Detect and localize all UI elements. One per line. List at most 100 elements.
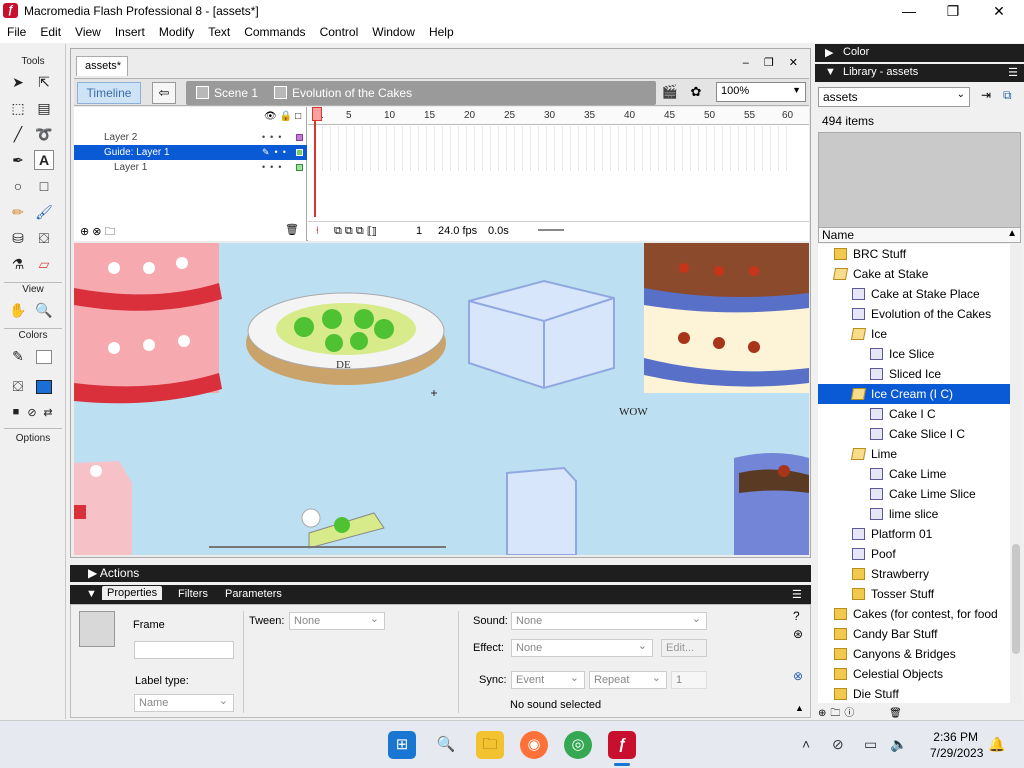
tab-parameters[interactable]: Parameters xyxy=(225,588,282,600)
document-tab[interactable]: assets* xyxy=(76,56,128,76)
library-scrollbar[interactable] xyxy=(1011,244,1021,703)
start-icon[interactable]: ⊞ xyxy=(388,731,416,759)
frame-grid[interactable] xyxy=(322,126,792,171)
library-bottom-toolbar[interactable]: ⊕🗀ⓘ 🗑 xyxy=(818,704,1021,719)
edit-scene-icon[interactable]: 🎬 xyxy=(660,84,680,102)
back-arrow-icon[interactable]: ⇦ xyxy=(152,82,176,104)
library-item[interactable]: Cake at Stake Place xyxy=(818,284,1010,304)
file-explorer-icon[interactable]: 🗀 xyxy=(476,731,504,759)
library-item[interactable]: Platform 01 xyxy=(818,524,1010,544)
library-item[interactable]: Ice xyxy=(818,324,1010,344)
paint-bucket-tool-icon[interactable]: ⛋ xyxy=(34,228,54,248)
frame-name-input[interactable] xyxy=(134,641,234,659)
menu-control[interactable]: Control xyxy=(313,22,366,43)
tab-filters[interactable]: Filters xyxy=(178,588,208,600)
layer-toggles[interactable]: ••• xyxy=(262,160,286,175)
breadcrumb-symbol[interactable]: Evolution of the Cakes xyxy=(292,86,412,100)
display-icon[interactable]: ▭ xyxy=(864,736,877,753)
sort-icon[interactable]: ▲ xyxy=(1007,228,1017,239)
layer-row[interactable]: Layer 1 ••• xyxy=(74,160,307,175)
accessibility-icon[interactable]: ⊛ xyxy=(793,627,803,641)
line-tool-icon[interactable]: ╱ xyxy=(8,124,28,144)
menu-commands[interactable]: Commands xyxy=(237,22,312,43)
document-window-controls[interactable]: – ❐ ✕ xyxy=(743,56,804,69)
flash-taskbar-icon[interactable]: ƒ xyxy=(608,731,636,759)
library-item[interactable]: lime slice xyxy=(818,504,1010,524)
maximize-button[interactable]: ❐ xyxy=(938,2,968,20)
library-item[interactable]: Cake Lime xyxy=(818,464,1010,484)
menu-modify[interactable]: Modify xyxy=(152,22,201,43)
sync-select[interactable]: Event xyxy=(511,671,585,689)
chevron-up-icon[interactable]: ˄ xyxy=(802,736,810,752)
edit-symbols-icon[interactable]: ✿ xyxy=(686,84,706,102)
library-item[interactable]: Candy Bar Stuff xyxy=(818,624,1010,644)
close-circle-icon[interactable]: ⊗ xyxy=(793,669,803,683)
menu-view[interactable]: View xyxy=(68,22,108,43)
color-panel-header[interactable]: ▶ Color xyxy=(815,44,1024,62)
new-library-icon[interactable]: ⧉ xyxy=(1003,88,1012,103)
clock[interactable]: 2:36 PM 7/29/2023 xyxy=(930,729,983,761)
network-off-icon[interactable]: ⊘ xyxy=(832,736,844,753)
fill-transform-tool-icon[interactable]: ▤ xyxy=(34,98,54,118)
playhead[interactable] xyxy=(312,107,322,217)
menu-insert[interactable]: Insert xyxy=(108,22,152,43)
library-item[interactable]: Evolution of the Cakes xyxy=(818,304,1010,324)
library-panel-header[interactable]: ▼ Library - assets ☰ xyxy=(815,64,1024,82)
library-item[interactable]: Cake I C xyxy=(818,404,1010,424)
library-item[interactable]: Cakes (for contest, for food xyxy=(818,604,1010,624)
menu-help[interactable]: Help xyxy=(422,22,461,43)
zoom-select[interactable]: 100% ▼ xyxy=(716,82,806,102)
help-icon[interactable]: ? xyxy=(793,609,800,623)
library-item[interactable]: Lime xyxy=(818,444,1010,464)
repeat-count-input[interactable]: 1 xyxy=(671,671,707,689)
center-frame-icon[interactable]: ⍿ xyxy=(316,225,319,238)
subselection-tool-icon[interactable]: ⇱ xyxy=(34,72,54,92)
menu-window[interactable]: Window xyxy=(365,22,422,43)
options-menu-icon[interactable]: ☰ xyxy=(792,588,802,601)
delete-layer-icon[interactable]: 🗑 xyxy=(285,223,299,236)
fill-color-swatch[interactable] xyxy=(36,380,52,394)
eraser-tool-icon[interactable]: ▱ xyxy=(34,254,54,274)
library-select[interactable]: assets ⌄ xyxy=(818,87,970,107)
layer-toggles[interactable]: ✎•• xyxy=(262,145,291,160)
delete-item-icon[interactable]: 🗑 xyxy=(889,708,906,719)
library-item[interactable]: Strawberry xyxy=(818,564,1010,584)
eyedropper-tool-icon[interactable]: ⚗ xyxy=(8,254,28,274)
layer-outline-color[interactable] xyxy=(296,134,303,141)
zoom-tool-icon[interactable]: 🔍 xyxy=(34,300,54,320)
volume-icon[interactable]: 🔈 xyxy=(890,736,907,753)
onion-skin-icons[interactable]: ⧉ ⧉ ⧉ ⟦⟧ xyxy=(334,225,377,238)
pin-library-icon[interactable]: ⇥ xyxy=(981,88,991,102)
minimize-button[interactable]: — xyxy=(894,2,924,20)
library-item[interactable]: Celestial Objects xyxy=(818,664,1010,684)
menu-text[interactable]: Text xyxy=(201,22,237,43)
edit-button[interactable]: Edit... xyxy=(661,639,707,657)
layer-row[interactable]: Guide: Layer 1 ✎•• xyxy=(74,145,307,160)
scrollbar-thumb[interactable] xyxy=(1012,544,1020,654)
collapse-up-icon[interactable]: ▲ xyxy=(795,703,804,713)
library-name-column-header[interactable]: Name ▲ xyxy=(818,227,1021,243)
collapse-arrow-icon[interactable]: ▼ xyxy=(86,588,97,600)
text-tool-icon[interactable]: A xyxy=(34,150,54,170)
library-item[interactable]: BRC Stuff xyxy=(818,244,1010,264)
firefox-icon[interactable]: ◉ xyxy=(520,731,548,759)
selection-tool-icon[interactable]: ➤ xyxy=(8,72,28,92)
timeline-toggle-button[interactable]: Timeline xyxy=(77,82,141,104)
layer-outline-color[interactable] xyxy=(296,149,303,156)
library-item[interactable]: Die Stuff xyxy=(818,684,1010,703)
chrome-icon[interactable]: ◎ xyxy=(564,731,592,759)
ink-bottle-tool-icon[interactable]: ⛁ xyxy=(8,228,28,248)
layer-row[interactable]: Layer 2 ••• xyxy=(74,130,307,145)
options-menu-icon[interactable]: ☰ xyxy=(1008,66,1018,79)
lasso-tool-icon[interactable]: ➰ xyxy=(34,124,54,144)
library-item[interactable]: Sliced Ice xyxy=(818,364,1010,384)
sound-select[interactable]: None xyxy=(511,612,707,630)
pen-tool-icon[interactable]: ✒ xyxy=(8,150,28,170)
layer-outline-color[interactable] xyxy=(296,164,303,171)
frame-ruler[interactable]: 1 5 10 15 20 25 30 35 40 45 50 55 60 xyxy=(308,107,809,125)
repeat-select[interactable]: Repeat xyxy=(589,671,667,689)
library-item[interactable]: Cake at Stake xyxy=(818,264,1010,284)
menu-file[interactable]: File xyxy=(0,22,33,43)
search-icon[interactable]: 🔍 xyxy=(432,731,460,759)
swap-colors-icon[interactable]: ⇄ xyxy=(38,402,58,422)
